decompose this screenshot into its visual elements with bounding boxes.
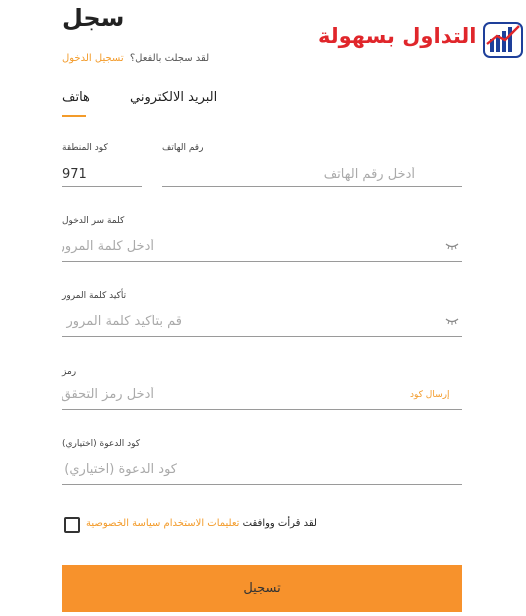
code-label: رمز bbox=[62, 367, 77, 377]
privacy-policy-link[interactable]: سياسة الخصوصية bbox=[86, 518, 160, 529]
eye-closed-icon[interactable] bbox=[445, 242, 459, 250]
password-input[interactable] bbox=[62, 236, 154, 256]
login-link[interactable]: تسجيل الدخول bbox=[62, 53, 124, 64]
register-button[interactable]: تسجيل bbox=[62, 565, 462, 612]
brand-logo: التداول بسهولة bbox=[318, 22, 526, 58]
invite-input[interactable] bbox=[62, 459, 177, 479]
code-underline bbox=[62, 409, 462, 410]
password-underline bbox=[62, 261, 462, 262]
area-code-input[interactable] bbox=[62, 164, 142, 184]
tab-email[interactable]: البريد الالكتروني bbox=[130, 90, 217, 105]
confirm-password-underline bbox=[62, 336, 462, 337]
area-code-underline bbox=[62, 186, 142, 187]
tab-phone[interactable]: هاتف bbox=[62, 90, 90, 105]
page-title: سجل bbox=[62, 4, 125, 32]
confirm-password-label: تأكيد كلمة المرور bbox=[62, 291, 127, 301]
code-input[interactable] bbox=[62, 384, 154, 404]
login-prompt-line: لقد سجلت بالفعل؟ تسجيل الدخول bbox=[62, 53, 209, 64]
password-label: كلمة سر الدخول bbox=[62, 216, 125, 226]
active-tab-indicator bbox=[62, 115, 86, 117]
area-code-label: كود المنطقة bbox=[62, 143, 108, 153]
login-prompt-text: لقد سجلت بالفعل؟ bbox=[129, 53, 210, 64]
eye-closed-icon[interactable] bbox=[445, 317, 459, 325]
register-page: سجل لقد سجلت بالفعل؟ تسجيل الدخول التداو… bbox=[0, 0, 526, 616]
terms-checkbox[interactable] bbox=[64, 517, 80, 533]
send-code-button[interactable]: إرسال كود bbox=[410, 390, 449, 400]
logo-text: التداول بسهولة bbox=[318, 24, 477, 48]
terms-of-use-link[interactable]: تعليمات الاستخدام bbox=[164, 518, 240, 529]
confirm-password-input[interactable] bbox=[62, 311, 182, 331]
phone-underline bbox=[162, 186, 462, 187]
terms-prefix: لقد قرأت ووافقت bbox=[242, 518, 317, 529]
terms-text: لقد قرأت ووافقت تعليمات الاستخدام سياسة … bbox=[86, 518, 317, 529]
phone-label: رقم الهاتف bbox=[162, 143, 204, 153]
bar-chart-logo-icon bbox=[483, 22, 523, 58]
phone-input[interactable] bbox=[187, 164, 415, 184]
invite-label: كود الدعوة (اختياري) bbox=[62, 439, 141, 449]
invite-underline bbox=[62, 484, 462, 485]
